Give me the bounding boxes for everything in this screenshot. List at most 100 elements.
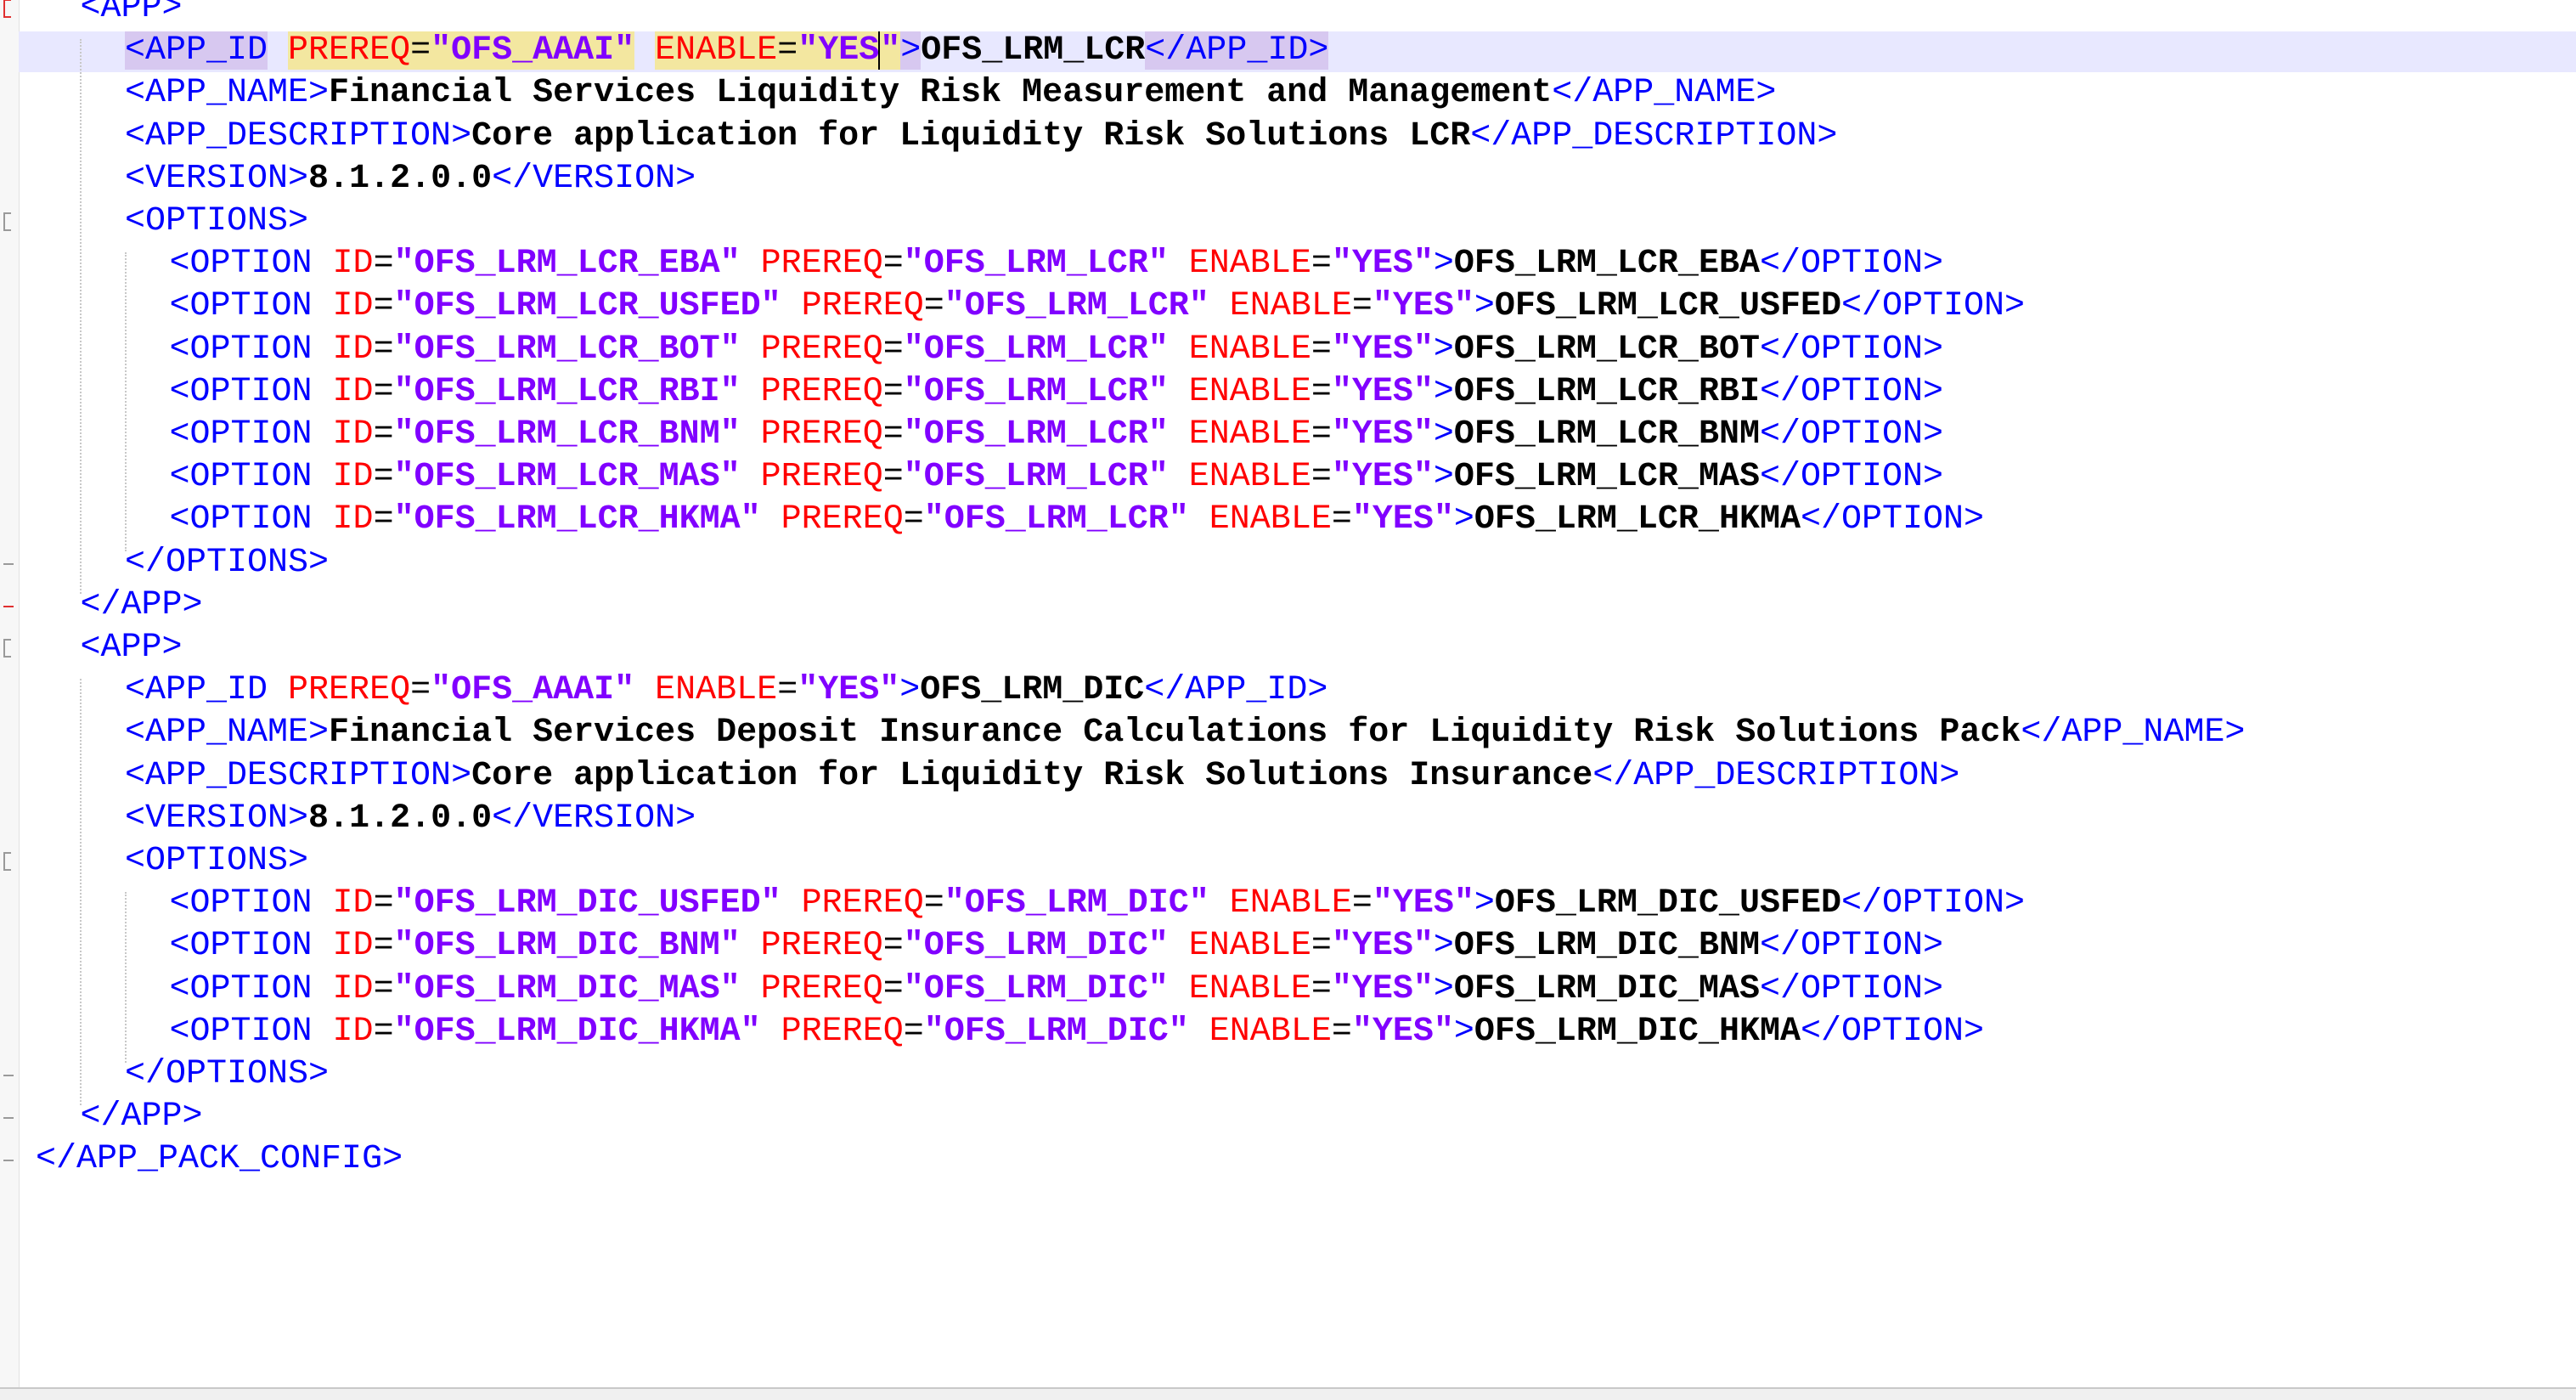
token-attr: PREREQ bbox=[781, 500, 904, 539]
code-line[interactable]: <OPTIONS> bbox=[125, 201, 308, 242]
token-tag: <OPTION bbox=[169, 245, 313, 284]
code-editor[interactable]: <APP> <APP_ID PREREQ="OFS_AAAI" ENABLE="Y… bbox=[0, 0, 2576, 1387]
code-line[interactable]: <OPTION ID="OFS_LRM_DIC_MAS" PREREQ="OFS… bbox=[170, 969, 1944, 1010]
token-val: "OFS_LRM_DIC" bbox=[923, 1012, 1189, 1051]
token-tag: <APP_NAME> bbox=[125, 714, 330, 753]
token-attr: PREREQ bbox=[760, 927, 883, 966]
token-attr: PREREQ bbox=[288, 671, 411, 710]
token-val: "OFS_LRM_LCR_BOT" bbox=[393, 330, 741, 369]
fold-toggle-icon[interactable] bbox=[3, 212, 11, 231]
code-line[interactable]: <APP> bbox=[81, 0, 183, 29]
token-val: "OFS_LRM_LCR" bbox=[903, 372, 1169, 411]
token-tag: </OPTION> bbox=[1759, 372, 1943, 411]
token-val: "OFS_LRM_LCR" bbox=[903, 330, 1169, 369]
token-eq: = bbox=[373, 500, 394, 539]
fold-margin[interactable] bbox=[0, 0, 20, 1387]
token-eq: = bbox=[1351, 287, 1373, 326]
code-line[interactable]: <OPTION ID="OFS_LRM_DIC_USFED" PREREQ="O… bbox=[170, 883, 2026, 924]
token-tag: </VERSION> bbox=[492, 799, 696, 838]
code-line[interactable]: <VERSION>8.1.2.0.0</VERSION> bbox=[125, 159, 696, 200]
fold-toggle-icon[interactable] bbox=[3, 852, 11, 871]
token-attr: ENABLE bbox=[1188, 969, 1311, 1008]
token-attr: ENABLE bbox=[1188, 245, 1311, 284]
code-line[interactable]: <OPTION ID="OFS_LRM_LCR_BNM" PREREQ="OFS… bbox=[170, 415, 1944, 455]
token-eq: = bbox=[882, 927, 904, 966]
token-tag: </APP> bbox=[80, 1098, 203, 1137]
code-line[interactable]: </APP> bbox=[81, 1097, 203, 1138]
token-tag: <APP_ID bbox=[125, 671, 268, 710]
code-line[interactable]: </APP_PACK_CONFIG> bbox=[36, 1139, 403, 1180]
token-eq: = bbox=[410, 31, 431, 71]
token-tag: </APP_DESCRIPTION> bbox=[1592, 756, 1960, 795]
token-attr: ENABLE bbox=[1188, 330, 1311, 369]
code-line[interactable]: </OPTIONS> bbox=[125, 1054, 329, 1095]
token-tag: </APP_NAME> bbox=[1552, 74, 1777, 113]
token-val: "YES" bbox=[1331, 458, 1434, 497]
token-eq: = bbox=[373, 458, 394, 497]
token-tag: </APP_DESCRIPTION> bbox=[1470, 116, 1838, 155]
code-line[interactable]: <OPTION ID="OFS_LRM_LCR_EBA" PREREQ="OFS… bbox=[170, 244, 1944, 285]
token-tag: </OPTION> bbox=[1759, 458, 1943, 497]
code-line[interactable]: <APP_DESCRIPTION>Core application for Li… bbox=[125, 756, 1959, 797]
token-val: "OFS_LRM_LCR_USFED" bbox=[393, 287, 781, 326]
code-line[interactable]: <APP_ID PREREQ="OFS_AAAI" ENABLE="YES">O… bbox=[125, 670, 1327, 711]
token-eq: = bbox=[903, 500, 924, 539]
code-line[interactable]: <APP> bbox=[81, 628, 183, 669]
code-line[interactable]: <OPTIONS> bbox=[125, 841, 308, 882]
token-val: "OFS_LRM_LCR_EBA" bbox=[393, 245, 741, 284]
token-text: OFS_LRM_LCR_RBI bbox=[1453, 372, 1760, 411]
code-line[interactable]: <APP_NAME>Financial Services Liquidity R… bbox=[125, 73, 1776, 114]
code-line[interactable]: <OPTION ID="OFS_LRM_LCR_BOT" PREREQ="OFS… bbox=[170, 330, 1944, 370]
token-val: "OFS_LRM_LCR_HKMA" bbox=[393, 500, 761, 539]
token-eq: = bbox=[373, 287, 394, 326]
fold-end-icon bbox=[3, 1075, 14, 1076]
token-tag: <OPTION bbox=[169, 330, 313, 369]
code-line[interactable]: <APP_ID PREREQ="OFS_AAAI" ENABLE="YES">O… bbox=[125, 31, 1329, 71]
code-area[interactable]: <APP> <APP_ID PREREQ="OFS_AAAI" ENABLE="Y… bbox=[19, 0, 2576, 1387]
indent-guide bbox=[80, 679, 82, 1106]
code-line[interactable]: </OPTIONS> bbox=[125, 543, 329, 584]
fold-toggle-icon[interactable] bbox=[3, 639, 11, 658]
token-val: "YES" bbox=[1372, 884, 1474, 923]
token-text: 8.1.2.0.0 bbox=[308, 799, 493, 838]
token-eq: = bbox=[1311, 927, 1332, 966]
token-eq: = bbox=[1351, 884, 1373, 923]
code-line[interactable]: <APP_DESCRIPTION>Core application for Li… bbox=[125, 116, 1837, 157]
token-attr: ENABLE bbox=[1188, 458, 1311, 497]
code-line[interactable]: <VERSION>8.1.2.0.0</VERSION> bbox=[125, 799, 696, 839]
code-line[interactable]: <OPTION ID="OFS_LRM_LCR_RBI" PREREQ="OFS… bbox=[170, 372, 1944, 413]
code-line[interactable]: <OPTION ID="OFS_LRM_DIC_BNM" PREREQ="OFS… bbox=[170, 926, 1944, 967]
token-tag: </OPTION> bbox=[1840, 287, 2026, 326]
token-attr: ID bbox=[332, 458, 374, 497]
token-tag: > bbox=[899, 671, 921, 710]
code-line[interactable]: <OPTION ID="OFS_LRM_LCR_MAS" PREREQ="OFS… bbox=[170, 457, 1944, 498]
code-line[interactable]: <OPTION ID="OFS_LRM_DIC_HKMA" PREREQ="OF… bbox=[170, 1012, 1985, 1053]
code-line[interactable]: <APP_NAME>Financial Services Deposit Ins… bbox=[125, 713, 2245, 754]
token-eq: = bbox=[1311, 415, 1332, 454]
token-eq: = bbox=[777, 31, 798, 71]
fold-toggle-icon[interactable] bbox=[3, 0, 11, 18]
horizontal-scrollbar[interactable] bbox=[0, 1387, 2576, 1400]
code-line[interactable]: <OPTION ID="OFS_LRM_LCR_HKMA" PREREQ="OF… bbox=[170, 500, 1985, 540]
code-line[interactable]: </APP> bbox=[81, 585, 203, 626]
code-line[interactable]: <OPTION ID="OFS_LRM_LCR_USFED" PREREQ="O… bbox=[170, 286, 2026, 327]
token-text: Core application for Liquidity Risk Solu… bbox=[471, 116, 1471, 155]
token-text: OFS_LRM_LCR_HKMA bbox=[1474, 500, 1801, 539]
token-val: " bbox=[878, 31, 901, 71]
token-val: "OFS_LRM_LCR" bbox=[903, 245, 1169, 284]
token-attr: ID bbox=[332, 500, 374, 539]
